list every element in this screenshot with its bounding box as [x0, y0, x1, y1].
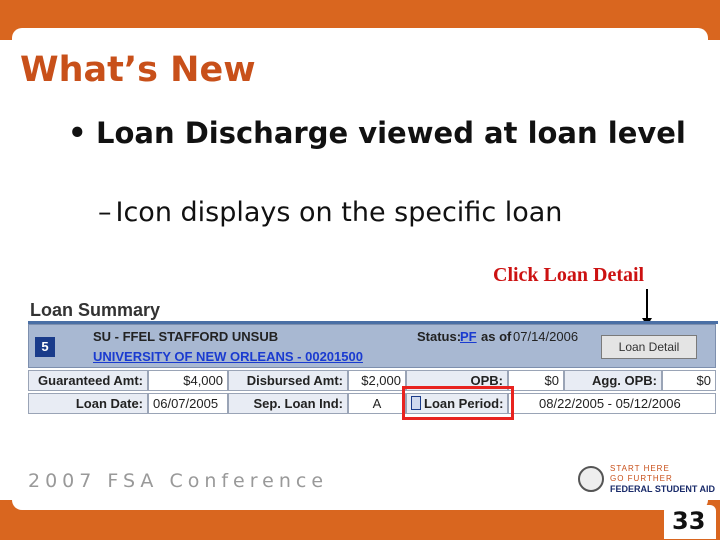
guaranteed-value: $4,000 [148, 370, 228, 391]
opb-value: $0 [508, 370, 564, 391]
disbursed-value: $2,000 [348, 370, 406, 391]
status-date: 07/14/2006 [513, 329, 579, 344]
logo-line-3: FEDERAL STUDENT AID [610, 484, 716, 494]
loan-summary-heading: Loan Summary [30, 300, 161, 320]
page-number: 33 [672, 507, 706, 535]
logo-line-2: GO FURTHER [610, 474, 673, 483]
loan-date-value: 06/07/2005 [148, 393, 228, 414]
disbursed-label: Disbursed Amt: [228, 370, 348, 391]
logo-line-1: START HERE [610, 464, 670, 473]
bullet-text: Loan Discharge viewed at loan level [96, 116, 686, 150]
seal-icon [578, 466, 604, 492]
sub-bullet: – Icon displays on the specific loan [98, 196, 562, 230]
as-of-label: as of [481, 329, 512, 344]
highlight-box [402, 386, 514, 420]
sep-loan-ind-value: A [348, 393, 406, 414]
callout-text: Click Loan Detail [493, 264, 645, 286]
callout-arrow [646, 289, 648, 321]
bottom-band [0, 500, 720, 540]
status-code-link[interactable]: PF [460, 329, 477, 344]
loan-number-badge[interactable]: 5 [35, 337, 55, 357]
loan-header: 5 SU - FFEL STAFFORD UNSUB UNIVERSITY OF… [28, 324, 716, 368]
agg-opb-value: $0 [662, 370, 716, 391]
loan-detail-button[interactable]: Loan Detail [601, 335, 697, 359]
loan-period-value: 08/22/2005 - 05/12/2006 [508, 393, 716, 414]
slide-title: What’s New [20, 50, 256, 90]
loan-type: SU - FFEL STAFFORD UNSUB [93, 329, 279, 344]
sep-loan-ind-label: Sep. Loan Ind: [228, 393, 348, 414]
fsa-logo: START HERE GO FURTHER FEDERAL STUDENT AI… [578, 464, 718, 496]
loan-summary-grid: Guaranteed Amt: $4,000 Disbursed Amt: $2… [28, 370, 716, 416]
school-link[interactable]: UNIVERSITY OF NEW ORLEANS - 00201500 [93, 349, 363, 364]
bullet-marker: • [68, 116, 87, 150]
footer-conference: 2007 FSA Conference [28, 470, 329, 492]
sub-bullet-text: Icon displays on the specific loan [115, 197, 563, 228]
loan-date-label: Loan Date: [28, 393, 148, 414]
status-label: Status: [417, 329, 462, 344]
sub-bullet-marker: – [98, 197, 112, 228]
agg-opb-label: Agg. OPB: [564, 370, 662, 391]
top-band [0, 0, 720, 40]
guaranteed-label: Guaranteed Amt: [28, 370, 148, 391]
